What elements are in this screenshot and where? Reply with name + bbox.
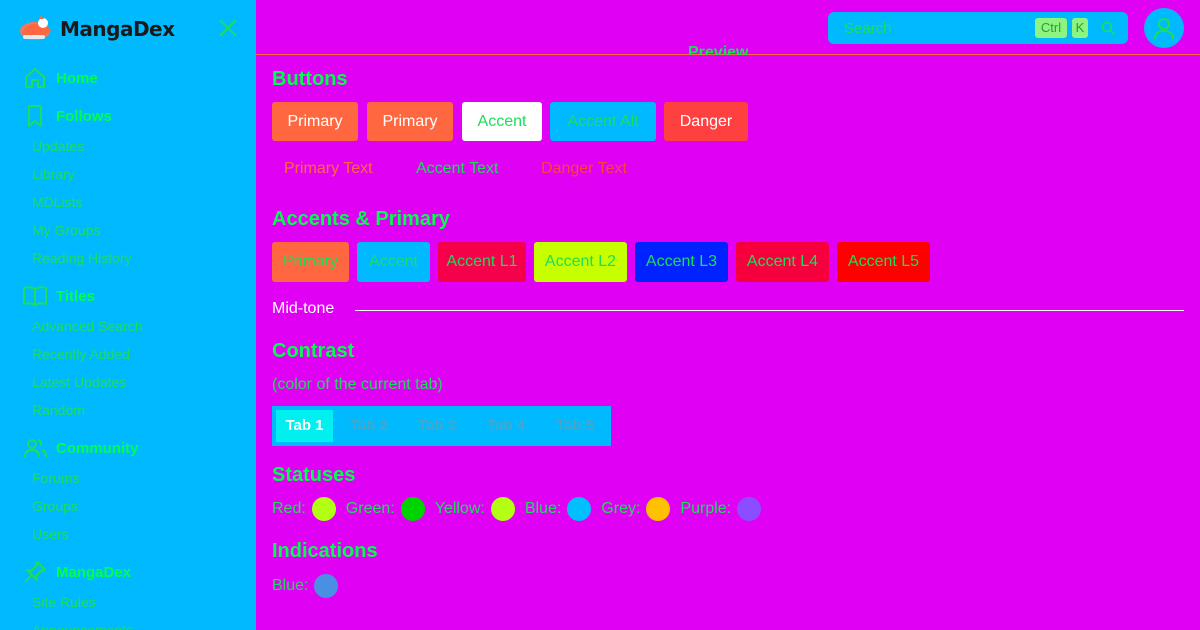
avatar[interactable]: [1144, 8, 1184, 48]
sidebar-item-follows[interactable]: Follows: [22, 103, 112, 129]
section-title-contrast: Contrast: [272, 340, 355, 362]
sidebar-item-users[interactable]: Users: [32, 526, 69, 542]
section-title-buttons: Buttons: [272, 68, 348, 90]
user-icon: [1154, 18, 1174, 40]
accent-button[interactable]: Accent: [462, 102, 542, 141]
sidebar-item-announcements[interactable]: Announcements: [32, 622, 133, 630]
midtone-label: Mid-tone: [272, 300, 335, 317]
tab-3[interactable]: Tab 3: [406, 410, 468, 442]
section-title-accents: Accents & Primary: [272, 208, 450, 230]
sidebar-item-label: Follows: [56, 107, 112, 125]
swatch-accent-l4: Accent L4: [736, 242, 829, 282]
kbd-ctrl: Ctrl: [1035, 18, 1067, 38]
section-title-statuses: Statuses: [272, 464, 356, 486]
bookmark-icon: [28, 105, 42, 127]
danger-button[interactable]: Danger: [664, 102, 748, 141]
search-input[interactable]: [844, 19, 1024, 37]
sidebar-item-community[interactable]: Community: [22, 435, 139, 461]
status-dot-yellow: [490, 497, 515, 521]
status-row: Red: Green: Yellow: Blue: Grey: Purple:: [272, 497, 771, 521]
sidebar-item-advanced-search[interactable]: Advanced Search: [32, 318, 143, 334]
primary-button[interactable]: Primary: [272, 102, 358, 141]
top-header: Ctrl K Preview: [256, 0, 1200, 55]
sidebar: MangaDex Home Follows Updates Library MD…: [0, 0, 256, 630]
sidebar-item-library[interactable]: Library: [32, 166, 75, 182]
search-bar[interactable]: Ctrl K: [828, 12, 1128, 44]
primary-text-button[interactable]: Primary Text: [284, 160, 373, 178]
indication-dot-blue: [314, 574, 339, 598]
danger-text-button[interactable]: Danger Text: [541, 160, 627, 178]
swatch-accent-l5: Accent L5: [837, 242, 930, 282]
sidebar-item-groups[interactable]: Groups: [32, 498, 78, 514]
status-label-grey: Grey:: [601, 500, 641, 517]
tab-2[interactable]: Tab 2: [338, 410, 400, 442]
indication-row: Blue:: [272, 574, 348, 598]
sidebar-item-label: Community: [56, 439, 139, 457]
users-icon: [24, 439, 47, 458]
swatch-accent: Accent: [357, 242, 430, 282]
swatch-accent-l2: Accent L2: [534, 242, 627, 282]
page-title: Preview: [688, 44, 749, 55]
sidebar-item-recently-added[interactable]: Recently Added: [32, 346, 130, 362]
brand-name: MangaDex: [60, 17, 175, 41]
status-label-green: Green:: [345, 500, 395, 517]
sidebar-item-random[interactable]: Random: [32, 402, 85, 418]
status-label-red: Red:: [272, 500, 306, 517]
swatch-accent-l3: Accent L3: [635, 242, 728, 282]
kbd-k: K: [1072, 18, 1088, 38]
status-label-yellow: Yellow:: [434, 500, 485, 517]
accent-alt-button[interactable]: Accent Alt: [550, 102, 656, 141]
home-icon: [25, 68, 45, 88]
book-open-icon: [23, 286, 47, 306]
brand-logo[interactable]: MangaDex: [18, 14, 175, 44]
sidebar-item-site-rules[interactable]: Site Rules: [32, 594, 96, 610]
sidebar-item-forums[interactable]: Forums: [32, 470, 79, 486]
sidebar-item-label: MangaDex: [56, 563, 132, 581]
sidebar-item-updates[interactable]: Updates: [32, 138, 84, 154]
status-dot-blue: [567, 497, 592, 521]
accent-text-button[interactable]: Accent Text: [416, 160, 498, 178]
indication-label-blue: Blue:: [272, 577, 309, 594]
sidebar-item-reading-history[interactable]: Reading History: [32, 250, 132, 266]
midtone-divider: [355, 310, 1184, 311]
sidebar-item-latest-updates[interactable]: Latest Updates: [32, 374, 126, 390]
status-dot-purple: [737, 497, 762, 521]
tab-4[interactable]: Tab 4: [475, 410, 537, 442]
status-dot-grey: [646, 497, 671, 521]
status-label-blue: Blue:: [524, 500, 562, 517]
status-dot-green: [400, 497, 425, 521]
tab-5[interactable]: Tab 5: [544, 410, 606, 442]
sidebar-item-mdlists[interactable]: MDLists: [32, 194, 83, 210]
swatch-accent-l1: Accent L1: [438, 242, 526, 282]
primary-button-2[interactable]: Primary: [367, 102, 453, 141]
contrast-subtitle: (color of the current tab): [272, 376, 443, 393]
sidebar-item-titles[interactable]: Titles: [22, 283, 95, 309]
sidebar-item-mangadex[interactable]: MangaDex: [22, 559, 131, 585]
tab-bar: Tab 1 Tab 2 Tab 3 Tab 4 Tab 5: [272, 406, 611, 446]
swatch-primary: Primary: [272, 242, 349, 282]
sidebar-item-label: Home: [56, 69, 98, 87]
search-icon[interactable]: [1100, 20, 1116, 36]
sidebar-item-home[interactable]: Home: [22, 65, 98, 91]
status-label-purple: Purple:: [680, 500, 732, 517]
sidebar-item-label: Titles: [56, 287, 95, 305]
status-dot-red: [311, 497, 336, 521]
pin-icon: [24, 561, 46, 583]
section-title-indications: Indications: [272, 540, 378, 562]
tab-1[interactable]: Tab 1: [276, 410, 333, 442]
close-icon[interactable]: [218, 18, 238, 38]
sidebar-item-my-groups[interactable]: My Groups: [32, 222, 100, 238]
mangadex-logo-icon: [20, 15, 51, 40]
